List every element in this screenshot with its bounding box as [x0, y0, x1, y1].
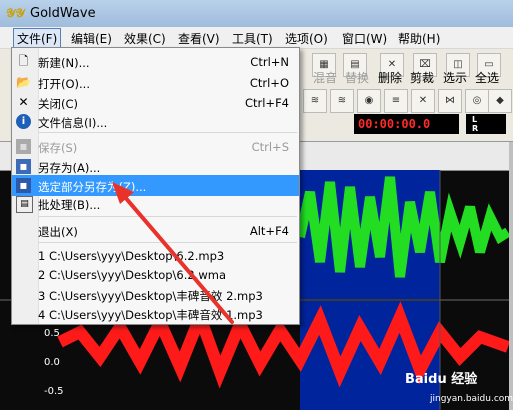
window-title: GoldWave: [30, 6, 96, 21]
effect-icon-6[interactable]: ⋈: [438, 89, 462, 113]
delete-label: 删除: [378, 71, 403, 85]
file-menu-dropdown: 🗋 新建(N)... Ctrl+N 📂 打开(O)... Ctrl+O ✕ 关闭…: [11, 47, 300, 325]
close-x-icon: ✕: [18, 95, 29, 109]
waveform-top-channel: [295, 176, 511, 278]
meter-left-label: L: [472, 115, 478, 124]
trim-label: 剪裁: [410, 71, 435, 85]
select-view-label: 选示: [443, 71, 468, 85]
save-icon: ▪: [16, 139, 31, 154]
menu-help[interactable]: 帮助(H): [398, 30, 440, 47]
menu-item-close[interactable]: ✕ 关闭(C) Ctrl+F4: [12, 92, 299, 113]
effect-icon-2[interactable]: ≋: [330, 89, 354, 113]
time-display: 00:00:00.0: [354, 114, 459, 134]
axis-label-pos: 0.5: [44, 328, 60, 339]
menu-tools[interactable]: 工具(T): [232, 30, 273, 47]
recent-file-2[interactable]: 2 C:\Users\yyy\Desktop\6.2.wma: [38, 268, 226, 282]
menu-item-new[interactable]: 🗋 新建(N)... Ctrl+N: [12, 51, 299, 72]
menu-item-batch[interactable]: ▤ 批处理(B)...: [12, 193, 299, 214]
effect-icon-1[interactable]: ≋: [303, 89, 327, 113]
recent-file-3[interactable]: 3 C:\Users\yyy\Desktop\丰碑音效 2.mp3: [38, 288, 263, 304]
baidu-watermark: Baidu 经验: [405, 372, 478, 387]
menu-separator: [38, 216, 297, 217]
effect-icon-8[interactable]: ◆: [488, 89, 512, 113]
menu-item-exit[interactable]: 退出(X) Alt+F4: [12, 220, 299, 241]
menu-bar: 文件(F) 编辑(E) 效果(C) 查看(V) 工具(T) 选项(O) 窗口(W…: [0, 27, 513, 49]
effect-icon-7[interactable]: ◎: [465, 89, 489, 113]
meter-right-label: R: [472, 124, 479, 133]
menu-file[interactable]: 文件(F): [13, 28, 62, 49]
effect-icon-5[interactable]: ✕: [411, 89, 435, 113]
effect-icon-3[interactable]: ◉: [357, 89, 381, 113]
menu-effects[interactable]: 效果(C): [124, 30, 166, 47]
menu-separator: [38, 132, 297, 133]
replace-label: 替换: [345, 71, 370, 85]
menu-item-save[interactable]: ▪ 保存(S) Ctrl+S: [12, 136, 299, 157]
recent-file-4[interactable]: 4 C:\Users\yyy\Desktop\丰碑音效 1.mp3: [38, 307, 263, 323]
baidu-site-text: jingyan.baidu.com: [430, 394, 513, 404]
mix-label: 混音: [313, 71, 338, 85]
menu-edit[interactable]: 编辑(E): [71, 30, 112, 47]
select-all-label: 全选: [475, 71, 500, 85]
open-folder-icon: 📂: [16, 75, 31, 89]
menu-options[interactable]: 选项(O): [285, 30, 328, 47]
window-right-edge: [509, 142, 513, 410]
menu-item-file-info[interactable]: i 文件信息(I)...: [12, 111, 299, 132]
new-file-icon: 🗋: [18, 54, 29, 68]
axis-label-neg: -0.5: [44, 386, 64, 397]
waveform-bottom-channel: [57, 300, 511, 389]
info-icon: i: [16, 114, 31, 129]
save-selection-icon: ▪: [16, 178, 31, 193]
goldwave-logo-icon: 𝒴𝒴: [6, 6, 25, 20]
save-as-icon: ▪: [16, 159, 31, 174]
menu-window[interactable]: 窗口(W): [342, 30, 387, 47]
menu-item-open[interactable]: 📂 打开(O)... Ctrl+O: [12, 72, 299, 93]
axis-label-zero: 0.0: [44, 357, 60, 368]
menu-view[interactable]: 查看(V): [178, 30, 220, 47]
batch-icon: ▤: [16, 196, 33, 213]
effect-icon-4[interactable]: ≡: [384, 89, 408, 113]
menu-separator: [38, 242, 297, 243]
menu-item-save-as[interactable]: ▪ 另存为(A)...: [12, 156, 299, 177]
title-bar: 𝒴𝒴 GoldWave: [0, 0, 513, 27]
recent-file-1[interactable]: 1 C:\Users\yyy\Desktop\6.2.mp3: [38, 249, 224, 263]
